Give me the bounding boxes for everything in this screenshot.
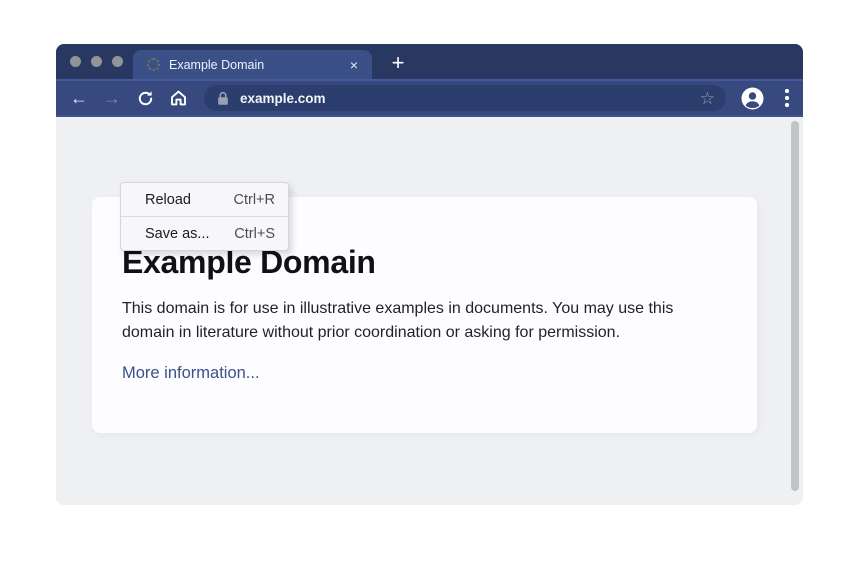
window-minimize-button[interactable] [91, 56, 102, 67]
forward-arrow-icon: → [103, 89, 121, 107]
vertical-scrollbar-thumb[interactable] [791, 121, 799, 491]
menu-dot [785, 103, 789, 107]
reload-button[interactable] [132, 85, 158, 111]
menu-dot [785, 96, 789, 100]
url-text: example.com [240, 91, 698, 106]
context-menu: Reload Ctrl+R Save as... Ctrl+S [120, 182, 289, 251]
page-viewport: Example Domain This domain is for use in… [56, 117, 803, 505]
home-button[interactable] [165, 85, 191, 111]
menu-item-label: Save as... [145, 226, 209, 242]
screenshot-stage: Example Domain × + ← → [0, 0, 860, 580]
back-button[interactable]: ← [66, 85, 92, 111]
context-menu-item-reload[interactable]: Reload Ctrl+R [121, 183, 288, 216]
profile-button[interactable] [740, 86, 764, 110]
more-information-link[interactable]: More information... [122, 364, 260, 383]
bookmark-star-icon[interactable]: ☆ [698, 90, 717, 107]
browser-toolbar: ← → example.com [56, 79, 803, 117]
menu-item-label: Reload [145, 192, 191, 208]
back-arrow-icon: ← [70, 89, 88, 107]
tab-close-icon[interactable]: × [346, 56, 362, 74]
context-menu-item-save-as[interactable]: Save as... Ctrl+S [121, 217, 288, 250]
window-titlebar: Example Domain × + [56, 44, 803, 79]
menu-dot [785, 89, 789, 93]
forward-button[interactable]: → [99, 85, 125, 111]
avatar-icon [741, 87, 764, 110]
window-zoom-button[interactable] [112, 56, 123, 67]
tab-title: Example Domain [169, 58, 346, 72]
reload-icon [137, 90, 154, 107]
lock-icon[interactable] [217, 91, 229, 106]
new-tab-button[interactable]: + [383, 48, 413, 78]
address-bar[interactable]: example.com ☆ [204, 85, 726, 111]
window-controls [70, 56, 123, 67]
browser-menu-button[interactable] [776, 86, 798, 110]
page-paragraph: This domain is for use in illustrative e… [122, 297, 727, 344]
menu-item-shortcut: Ctrl+S [234, 226, 275, 242]
menu-item-shortcut: Ctrl+R [234, 192, 276, 208]
browser-window: Example Domain × + ← → [56, 44, 803, 505]
home-icon [169, 89, 188, 107]
window-close-button[interactable] [70, 56, 81, 67]
tab-favicon-icon [147, 58, 160, 71]
tab-example-domain[interactable]: Example Domain × [133, 50, 372, 79]
